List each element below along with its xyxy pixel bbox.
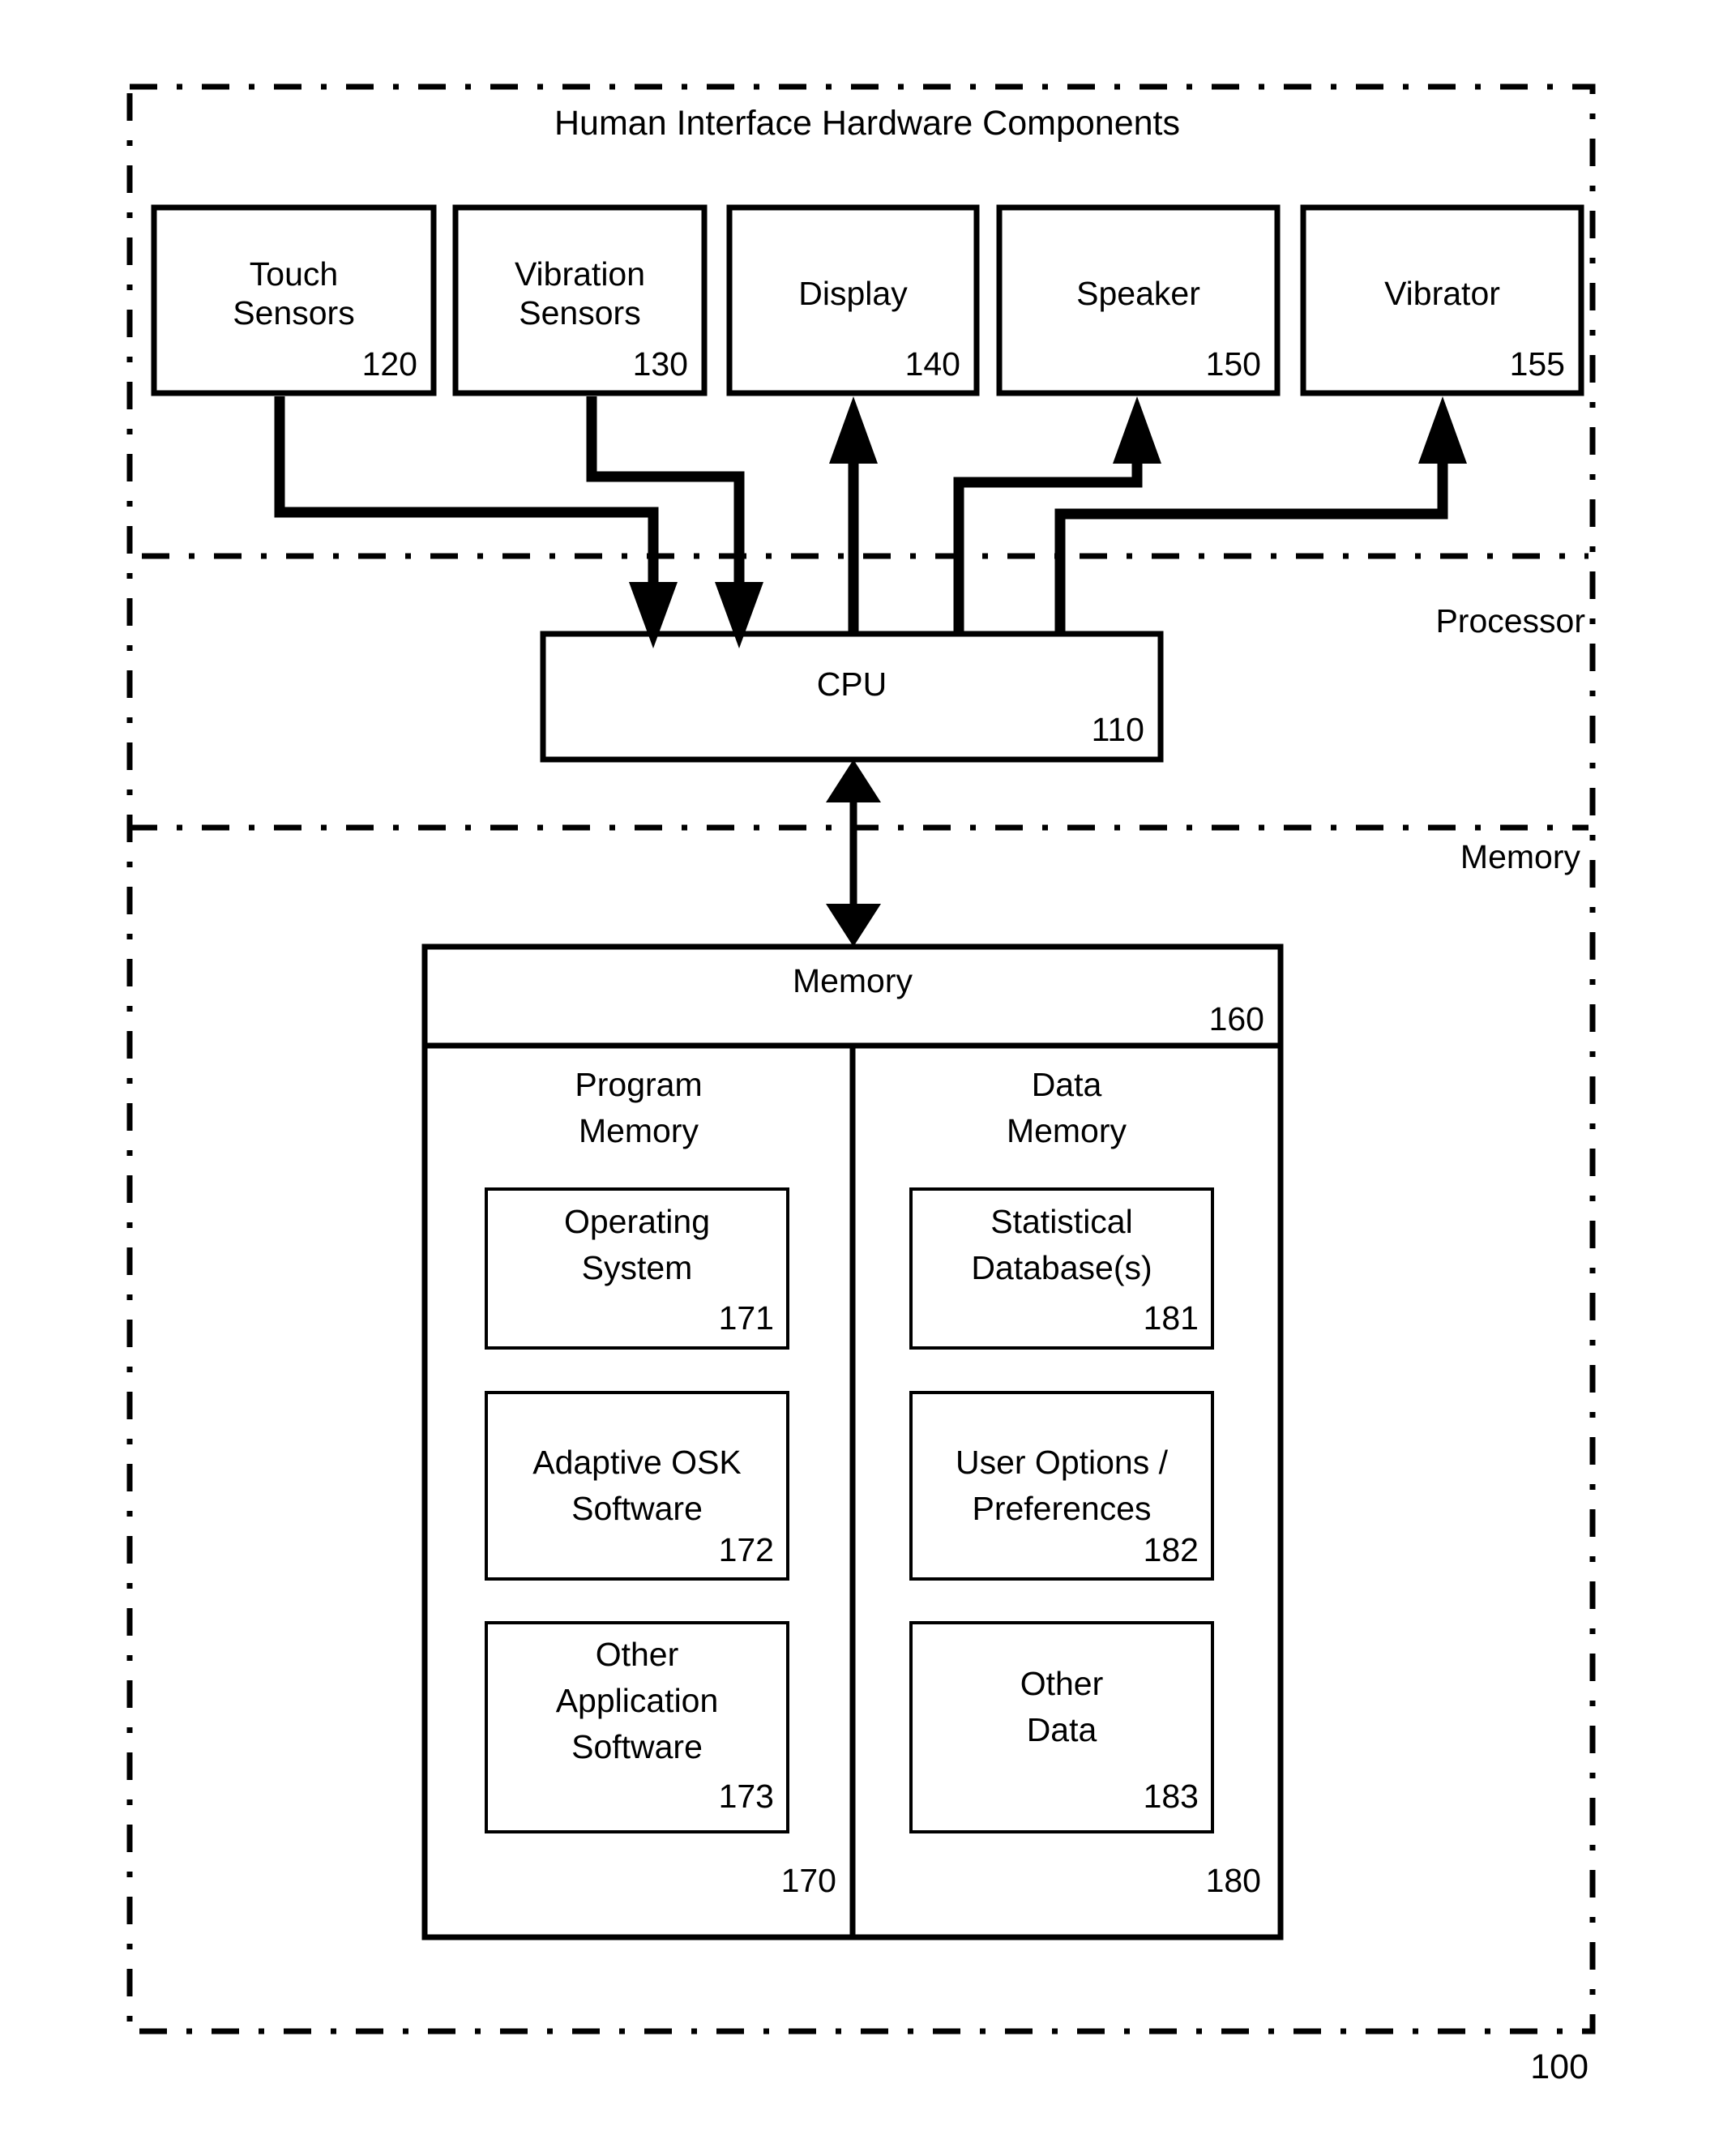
program-memory-title-line2: Memory (578, 1112, 699, 1149)
arrowhead-cpu-to-vibrator (1418, 396, 1467, 464)
operating-system-line2: System (581, 1249, 693, 1286)
arrowhead-cpu-to-memory (826, 904, 881, 947)
cpu-ref: 110 (1091, 711, 1144, 748)
figure-title: Human Interface Hardware Components (554, 104, 1180, 143)
patent-figure: Human Interface Hardware Components Touc… (0, 0, 1736, 2135)
statistical-database-line2: Database(s) (971, 1249, 1152, 1286)
display-label: Display (798, 275, 908, 312)
other-data-ref: 183 (1143, 1778, 1199, 1815)
other-application-software-ref: 173 (718, 1778, 774, 1815)
program-memory-ref: 170 (780, 1862, 836, 1899)
touch-sensors-label-line1: Touch (249, 255, 339, 293)
vibration-sensors-label-line2: Sensors (519, 294, 641, 332)
adaptive-osk-software-ref: 172 (718, 1531, 774, 1568)
user-options-preferences-ref: 182 (1143, 1531, 1199, 1568)
other-application-software-line1: Other (595, 1636, 679, 1673)
user-options-preferences-line1: User Options / (955, 1444, 1169, 1481)
operating-system-line1: Operating (563, 1203, 711, 1240)
figure-reference-number: 100 (1530, 2047, 1588, 2086)
speaker-label: Speaker (1076, 275, 1200, 312)
statistical-database-line1: Statistical (990, 1203, 1133, 1240)
display-ref: 140 (904, 345, 960, 383)
arrowhead-memory-to-cpu (826, 759, 881, 802)
arrowhead-cpu-to-display (829, 396, 878, 464)
cpu-label: CPU (816, 665, 887, 703)
program-memory-title-line1: Program (575, 1066, 703, 1103)
touch-sensors-label-line2: Sensors (233, 294, 355, 332)
data-memory-title-line1: Data (1031, 1066, 1102, 1103)
connector-cpu-to-speaker (953, 421, 1143, 634)
memory-header-label: Memory (792, 962, 913, 999)
data-memory-ref: 180 (1205, 1862, 1261, 1899)
statistical-database-ref: 181 (1143, 1299, 1199, 1337)
arrowhead-cpu-to-speaker (1113, 396, 1161, 464)
vibrator-ref: 155 (1509, 345, 1565, 383)
memory-section-label: Memory (1460, 838, 1580, 875)
touch-sensors-ref: 120 (361, 345, 417, 383)
connector-touch-sensors-to-cpu (274, 396, 659, 626)
speaker-ref: 150 (1205, 345, 1261, 383)
vibrator-label: Vibrator (1384, 275, 1500, 312)
other-data-line1: Other (1020, 1665, 1104, 1702)
adaptive-osk-software-line2: Software (571, 1490, 703, 1527)
adaptive-osk-software-line1: Adaptive OSK (532, 1444, 742, 1481)
other-application-software-line2: Application (555, 1682, 719, 1719)
data-memory-title-line2: Memory (1006, 1112, 1127, 1149)
user-options-preferences-line2: Preferences (972, 1490, 1152, 1527)
processor-section-label: Processor (1435, 602, 1585, 640)
other-data-line2: Data (1026, 1711, 1097, 1748)
other-application-software-line3: Software (571, 1728, 703, 1765)
memory-header-ref: 160 (1208, 1000, 1264, 1038)
operating-system-ref: 171 (718, 1299, 774, 1337)
vibration-sensors-label-line1: Vibration (514, 255, 646, 293)
vibration-sensors-ref: 130 (632, 345, 688, 383)
